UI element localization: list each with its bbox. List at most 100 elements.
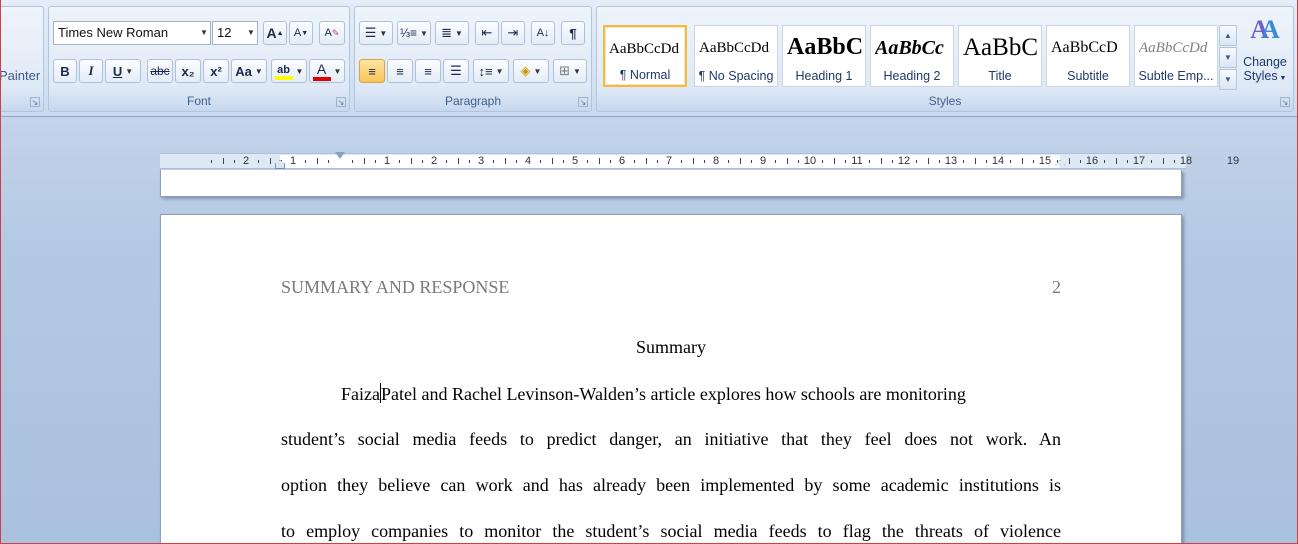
ruler-tick bbox=[986, 160, 988, 163]
styles-scroll-up-icon[interactable]: ▲ bbox=[1219, 25, 1237, 46]
ruler-tick bbox=[316, 158, 318, 164]
clear-formatting-icon: A bbox=[324, 27, 332, 39]
style-subtle-emphasis[interactable]: AaBbCcDd Subtle Emp... bbox=[1134, 25, 1218, 87]
ruler-tick bbox=[1080, 160, 1082, 163]
decrease-indent-icon: ⇤ bbox=[481, 25, 493, 40]
ruler-tick bbox=[868, 160, 870, 163]
font-launcher-icon[interactable]: ↘ bbox=[336, 97, 346, 107]
grow-font-icon: A bbox=[266, 25, 277, 41]
ruler-tick bbox=[304, 160, 306, 163]
highlight-button[interactable]: ab ▼ bbox=[271, 59, 307, 83]
change-case-dropdown-icon[interactable]: ▼ bbox=[255, 67, 263, 76]
ruler-tick bbox=[328, 160, 330, 163]
underline-dropdown-icon[interactable]: ▼ bbox=[125, 67, 133, 76]
style-heading-2[interactable]: AaBbCc Heading 2 bbox=[870, 25, 954, 87]
font-color-dropdown-icon[interactable]: ▼ bbox=[334, 67, 342, 76]
style-title[interactable]: AaBbC Title bbox=[958, 25, 1042, 87]
paragraph-group: ☰ ▼ ⅓≡ ▼ ≣ ▼ ⇤ ⇥ A↓ ¶ ≡ ≡ ≡ ☰ ↕≡ ▼ ◈ ▼ ⊞… bbox=[354, 6, 592, 112]
ruler-tick bbox=[704, 160, 706, 163]
ruler-tick bbox=[586, 160, 588, 163]
grow-font-button[interactable]: A ▲ bbox=[263, 21, 287, 45]
change-styles-button[interactable]: AA Change Styles ▼ bbox=[1240, 15, 1290, 95]
format-painter-button[interactable]: Painter bbox=[0, 68, 40, 83]
styles-more-icon[interactable]: ▼ bbox=[1219, 69, 1237, 90]
ruler-number: 8 bbox=[712, 155, 720, 167]
borders-button[interactable]: ⊞ ▼ bbox=[553, 59, 587, 83]
align-right-button[interactable]: ≡ bbox=[415, 59, 441, 83]
highlight-letters: ab bbox=[277, 63, 290, 76]
shrink-font-button[interactable]: A ▼ bbox=[289, 21, 313, 45]
sort-button[interactable]: A↓ bbox=[531, 21, 555, 45]
styles-group-label: Styles bbox=[928, 94, 962, 108]
ruler-tick bbox=[492, 160, 494, 163]
numbering-button[interactable]: ⅓≡ ▼ bbox=[397, 21, 431, 45]
ruler-tick bbox=[1033, 160, 1035, 163]
ruler-tick bbox=[1127, 160, 1129, 163]
font-color-button[interactable]: A ▼ bbox=[309, 59, 345, 83]
body-line-4[interactable]: to employ companies to monitor the stude… bbox=[281, 521, 1061, 542]
horizontal-ruler[interactable]: 2 1 1 2 3 4 5 6 7 8 9 10 11 12 13 14 15 16 17 18 19 bbox=[160, 152, 1239, 169]
strikethrough-button[interactable]: abc bbox=[147, 59, 173, 83]
shading-button[interactable]: ◈ ▼ bbox=[513, 59, 549, 83]
ruler-number: 17 bbox=[1132, 155, 1146, 167]
clear-formatting-button[interactable]: A ✎ bbox=[319, 21, 345, 45]
clipboard-launcher-icon[interactable]: ↘ bbox=[30, 97, 40, 107]
ruler-tick bbox=[915, 160, 917, 163]
document-page[interactable]: SUMMARY AND RESPONSE 2 Summary FaizaPate… bbox=[160, 214, 1182, 544]
ruler-tick bbox=[974, 158, 976, 164]
ruler-tick bbox=[516, 160, 518, 163]
style-subtitle[interactable]: AaBbCcD Subtitle bbox=[1046, 25, 1130, 87]
style-heading-1[interactable]: AaBbC Heading 1 bbox=[782, 25, 866, 87]
line-spacing-button[interactable]: ↕≡ ▼ bbox=[473, 59, 509, 83]
align-center-button[interactable]: ≡ bbox=[387, 59, 413, 83]
body-line-2[interactable]: student’s social media feeds to predict … bbox=[281, 429, 1061, 450]
highlight-icon: ab bbox=[274, 63, 293, 80]
ruler-tick bbox=[739, 158, 741, 164]
font-size-combo[interactable]: 12 ▼ bbox=[212, 21, 258, 45]
bullets-button[interactable]: ☰ ▼ bbox=[359, 21, 393, 45]
style-heading-2-sample: AaBbCc bbox=[875, 37, 944, 59]
align-center-icon: ≡ bbox=[396, 63, 404, 79]
styles-gallery-scroll: ▲ ▼ ▼ bbox=[1219, 25, 1237, 91]
underline-icon: U bbox=[112, 63, 123, 79]
style-heading-1-name: Heading 1 bbox=[795, 69, 853, 83]
font-size-dropdown-icon[interactable]: ▼ bbox=[245, 22, 257, 44]
previous-page-bottom bbox=[160, 170, 1182, 197]
underline-button[interactable]: U ▼ bbox=[105, 59, 141, 83]
strikethrough-icon: abc bbox=[150, 64, 170, 78]
body-line-1[interactable]: FaizaPatel and Rachel Levinson-Walden’s … bbox=[281, 383, 1061, 405]
bold-button[interactable]: B bbox=[53, 59, 77, 83]
ruler-tick bbox=[1115, 158, 1117, 164]
paragraph-launcher-icon[interactable]: ↘ bbox=[578, 97, 588, 107]
ruler-tick bbox=[751, 160, 753, 163]
font-name-combo[interactable]: Times New Roman ▼ bbox=[53, 21, 211, 45]
justify-button[interactable]: ☰ bbox=[443, 59, 469, 83]
first-line-indent-marker-icon[interactable] bbox=[335, 152, 345, 159]
ruler-tick bbox=[845, 160, 847, 163]
sort-icon: A↓ bbox=[536, 27, 550, 39]
align-left-button[interactable]: ≡ bbox=[359, 59, 385, 83]
ruler-number: 2 bbox=[430, 155, 438, 167]
style-normal[interactable]: AaBbCcDd ¶ Normal bbox=[603, 25, 687, 87]
style-no-spacing[interactable]: AaBbCcDd ¶ No Spacing bbox=[694, 25, 778, 87]
clipboard-group: Painter ↘ bbox=[0, 6, 44, 112]
style-no-spacing-name: ¶ No Spacing bbox=[698, 69, 774, 83]
font-name-dropdown-icon[interactable]: ▼ bbox=[198, 22, 210, 44]
multilevel-list-button[interactable]: ≣ ▼ bbox=[435, 21, 469, 45]
body-line-3[interactable]: option they believe can work and has alr… bbox=[281, 475, 1061, 496]
change-case-button[interactable]: Aa ▼ bbox=[231, 59, 267, 83]
ruler-tick bbox=[774, 160, 776, 163]
ruler-number: 1 bbox=[289, 155, 297, 167]
styles-launcher-icon[interactable]: ↘ bbox=[1280, 97, 1290, 107]
subscript-button[interactable]: x₂ bbox=[175, 59, 201, 83]
ruler-number: 5 bbox=[571, 155, 579, 167]
increase-indent-button[interactable]: ⇥ bbox=[501, 21, 525, 45]
highlight-dropdown-icon[interactable]: ▼ bbox=[296, 67, 304, 76]
font-color-letter: A bbox=[316, 60, 327, 77]
decrease-indent-button[interactable]: ⇤ bbox=[475, 21, 499, 45]
superscript-button[interactable]: x² bbox=[203, 59, 229, 83]
italic-button[interactable]: I bbox=[79, 59, 103, 83]
show-formatting-button[interactable]: ¶ bbox=[561, 21, 585, 45]
ruler-number: 12 bbox=[897, 155, 911, 167]
styles-scroll-down-icon[interactable]: ▼ bbox=[1219, 47, 1237, 68]
